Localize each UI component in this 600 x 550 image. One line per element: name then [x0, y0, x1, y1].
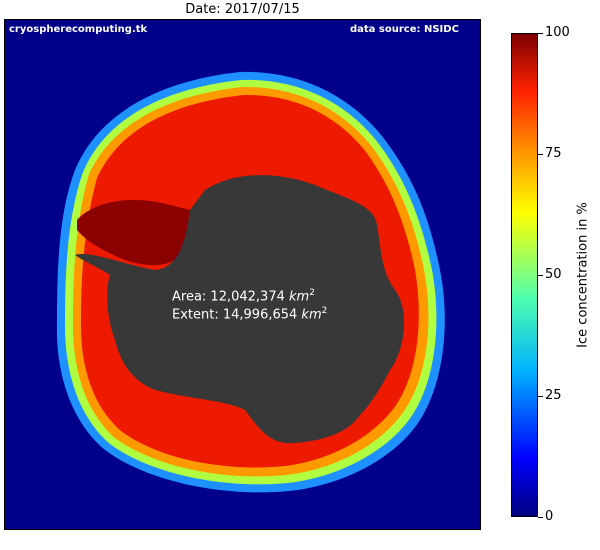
extent-unit-power: 2 — [321, 306, 328, 317]
colorbar-tick — [538, 396, 543, 397]
colorbar-tick-label: 25 — [545, 388, 562, 403]
ice-statistics: Area: 12,042,374 km2 Extent: 14,996,654 … — [172, 286, 327, 323]
area-unit: km — [289, 289, 310, 305]
antarctic-sea-ice-plot — [5, 20, 480, 529]
extent-unit: km — [301, 307, 322, 323]
colorbar-tick — [538, 33, 543, 34]
colorbar-tick-label: 75 — [545, 146, 562, 161]
colorbar-tick — [538, 517, 543, 518]
credit-website: cryospherecomputing.tk — [9, 24, 148, 35]
extent-readout: Extent: 14,996,654 km2 — [172, 304, 327, 322]
area-value: Area: 12,042,374 — [172, 289, 289, 305]
colorbar-tick-label: 0 — [545, 509, 554, 524]
colorbar-label: Ice concentration in % — [575, 202, 591, 348]
colorbar — [511, 33, 538, 517]
area-unit-power: 2 — [309, 288, 315, 298]
colorbar-tick-label: 100 — [545, 25, 570, 40]
colorbar-tick-label: 50 — [545, 267, 562, 282]
extent-value: Extent: 14,996,654 — [172, 307, 302, 323]
colorbar-tick — [538, 275, 543, 276]
colorbar-tick — [538, 154, 543, 155]
map-title: Date: 2017/07/15 — [185, 2, 300, 17]
credit-data-source: data source: NSIDC — [350, 24, 459, 35]
area-readout: Area: 12,042,374 km2 — [172, 286, 327, 304]
sea-ice-map — [4, 19, 481, 530]
